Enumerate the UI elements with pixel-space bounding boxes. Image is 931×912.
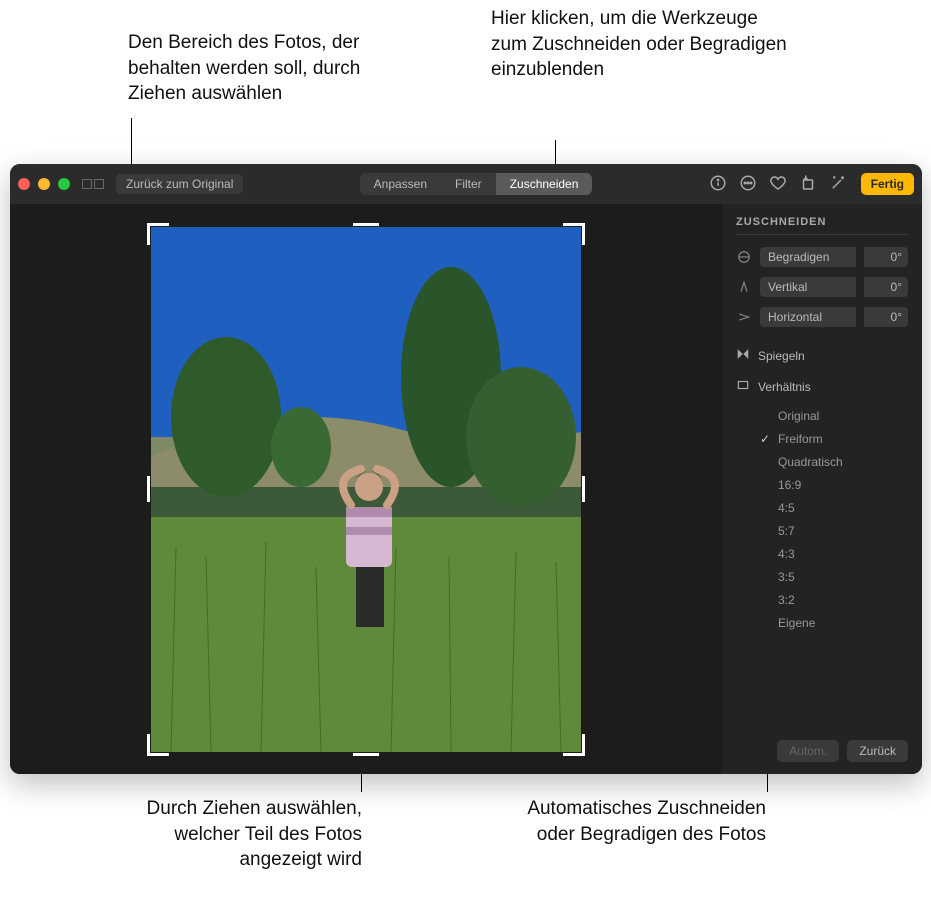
- aspect-list: Original ✓ Freiform Quadratisch 16:9 4:5 5:7 4:…: [760, 409, 908, 630]
- horizontal-slider[interactable]: Horizontal 0°: [736, 307, 908, 327]
- info-icon[interactable]: [709, 174, 727, 195]
- aspect-option[interactable]: Quadratisch: [760, 455, 908, 469]
- aspect-option-label: Original: [778, 409, 819, 423]
- more-icon[interactable]: [739, 174, 757, 195]
- photo-image[interactable]: [151, 227, 581, 752]
- straighten-label: Begradigen: [760, 247, 856, 267]
- aspect-option[interactable]: 4:5: [760, 501, 908, 515]
- callout-drag-photo: Durch Ziehen auswählen, welcher Teil des…: [102, 796, 362, 873]
- aspect-option[interactable]: Original: [760, 409, 908, 423]
- crop-handle-top-left[interactable]: [147, 223, 169, 245]
- crop-sidebar: ZUSCHNEIDEN Begradigen 0° Vertikal 0° Ho…: [722, 204, 922, 774]
- done-button[interactable]: Fertig: [861, 173, 914, 195]
- callout-auto-crop: Automatisches Zuschneiden oder Begradige…: [486, 796, 766, 847]
- vertical-icon: [736, 280, 752, 294]
- vertical-value: 0°: [864, 277, 908, 297]
- canvas-area: [10, 204, 722, 774]
- sidebar-footer: Autom. Zurück: [736, 740, 908, 762]
- aspect-option-label: 4:3: [778, 547, 795, 561]
- straighten-slider[interactable]: Begradigen 0°: [736, 247, 908, 267]
- aspect-option[interactable]: 3:2: [760, 593, 908, 607]
- flip-button[interactable]: Spiegeln: [736, 343, 908, 368]
- sidebar-title: ZUSCHNEIDEN: [736, 216, 908, 235]
- aspect-option-label: 4:5: [778, 501, 795, 515]
- toolbar-actions: [709, 174, 847, 195]
- aspect-option-label: 5:7: [778, 524, 795, 538]
- crop-handle-bottom-left[interactable]: [147, 734, 169, 756]
- auto-crop-button[interactable]: Autom.: [777, 740, 839, 762]
- crop-handle-right[interactable]: [582, 476, 585, 502]
- straighten-icon: [736, 250, 752, 264]
- aspect-option-label: 3:5: [778, 570, 795, 584]
- aspect-option-label: 3:2: [778, 593, 795, 607]
- crop-handle-top[interactable]: [353, 223, 379, 226]
- sidebar-toggle-icon[interactable]: [82, 179, 104, 189]
- reset-crop-button[interactable]: Zurück: [847, 740, 908, 762]
- aspect-option[interactable]: ✓ Freiform: [760, 432, 908, 446]
- minimize-window[interactable]: [38, 178, 50, 190]
- aspect-option[interactable]: 5:7: [760, 524, 908, 538]
- photo-crop-frame[interactable]: [151, 227, 581, 752]
- revert-button[interactable]: Zurück zum Original: [116, 174, 243, 194]
- tab-crop[interactable]: Zuschneiden: [496, 173, 593, 195]
- aspect-option[interactable]: 4:3: [760, 547, 908, 561]
- auto-enhance-icon[interactable]: [829, 174, 847, 195]
- edit-mode-tabs: Anpassen Filter Zuschneiden: [360, 173, 593, 195]
- straighten-value: 0°: [864, 247, 908, 267]
- rotate-icon[interactable]: [799, 174, 817, 195]
- aspect-option-label: Quadratisch: [778, 455, 843, 469]
- aspect-header[interactable]: Verhältnis: [736, 374, 908, 399]
- callout-crop-area: Den Bereich des Fotos, der behalten werd…: [128, 30, 408, 107]
- aspect-option-label: 16:9: [778, 478, 801, 492]
- photos-edit-window: Zurück zum Original Anpassen Filter Zusc…: [10, 164, 922, 774]
- favorite-icon[interactable]: [769, 174, 787, 195]
- aspect-option[interactable]: 3:5: [760, 570, 908, 584]
- aspect-option-label: Eigene: [778, 616, 815, 630]
- vertical-slider[interactable]: Vertikal 0°: [736, 277, 908, 297]
- window-controls: [18, 178, 70, 190]
- crop-handle-bottom[interactable]: [353, 753, 379, 756]
- aspect-option[interactable]: 16:9: [760, 478, 908, 492]
- aspect-icon: [736, 378, 750, 395]
- editor-main: ZUSCHNEIDEN Begradigen 0° Vertikal 0° Ho…: [10, 204, 922, 774]
- flip-icon: [736, 347, 750, 364]
- close-window[interactable]: [18, 178, 30, 190]
- check-icon: ✓: [760, 432, 772, 446]
- aspect-option-label: Freiform: [778, 432, 823, 446]
- crop-handle-top-right[interactable]: [563, 223, 585, 245]
- vertical-label: Vertikal: [760, 277, 856, 297]
- horizontal-label: Horizontal: [760, 307, 856, 327]
- tab-filter[interactable]: Filter: [441, 173, 496, 195]
- tab-adjust[interactable]: Anpassen: [360, 173, 441, 195]
- aspect-label: Verhältnis: [758, 380, 811, 394]
- horizontal-icon: [736, 310, 752, 324]
- aspect-option[interactable]: Eigene: [760, 616, 908, 630]
- crop-handle-left[interactable]: [147, 476, 150, 502]
- callout-crop-tools: Hier klicken, um die Werkzeuge zum Zusch…: [491, 6, 791, 83]
- zoom-window[interactable]: [58, 178, 70, 190]
- flip-label: Spiegeln: [758, 349, 805, 363]
- crop-handle-bottom-right[interactable]: [563, 734, 585, 756]
- horizontal-value: 0°: [864, 307, 908, 327]
- toolbar: Zurück zum Original Anpassen Filter Zusc…: [10, 164, 922, 204]
